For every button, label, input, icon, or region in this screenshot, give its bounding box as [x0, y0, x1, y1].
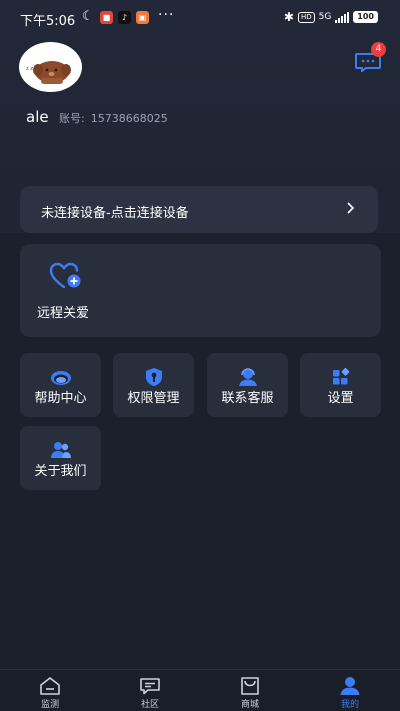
chat-icon [140, 678, 160, 695]
more-notifications-icon: ··· [158, 7, 175, 23]
tiktok-icon: ♪ [118, 11, 131, 24]
status-time: 下午5:06 [20, 14, 76, 29]
account-label: 账号: [59, 112, 85, 125]
shop-icon [241, 677, 259, 695]
moon-icon: ☾ [82, 9, 94, 24]
status-bar: 下午5:06 ☾ ■ ♪ ▣ ··· ✱ HD 5G 100 [0, 0, 400, 36]
people-icon [50, 442, 71, 458]
bottom-navigation: 监测 社区 商城 我的 [0, 669, 400, 711]
person-icon [340, 677, 360, 695]
hd-badge: HD [297, 11, 315, 23]
about-us-button[interactable]: 关于我们 [20, 426, 101, 490]
username: ale [26, 108, 49, 126]
network-label: 5G [318, 12, 332, 22]
settings-button[interactable]: 设置 [300, 353, 381, 417]
remote-care-label: 远程关爱 [37, 306, 90, 321]
battery-indicator: 100 [353, 11, 378, 23]
chevron-right-icon [347, 202, 355, 214]
shop-notification-icon: ▣ [136, 11, 149, 24]
status-indicators: ✱ HD 5G 100 [284, 10, 378, 24]
bluetooth-icon: ✱ [283, 10, 294, 24]
customer-service-icon [238, 368, 257, 386]
avatar[interactable]: z z [19, 42, 82, 92]
nav-shop[interactable]: 商城 [210, 670, 290, 711]
shield-key-icon [145, 368, 162, 386]
signal-icon [335, 11, 350, 23]
app-notification-icon: ■ [100, 11, 113, 24]
nav-label: 我的 [340, 700, 359, 710]
contact-service-button[interactable]: 联系客服 [207, 353, 288, 417]
tile-label: 联系客服 [221, 391, 274, 406]
remote-care-card[interactable]: 远程关爱 [20, 244, 381, 337]
nav-label: 监测 [40, 700, 59, 710]
tile-label: 设置 [327, 391, 354, 406]
avatar-image: z z [26, 61, 71, 84]
nav-community[interactable]: 社区 [110, 670, 190, 711]
nav-label: 商城 [240, 700, 259, 710]
connect-device-label: 未连接设备-点击连接设备 [41, 206, 189, 221]
headset-icon [50, 371, 71, 385]
message-count-badge: 4 [371, 42, 386, 57]
connect-device-button[interactable]: 未连接设备-点击连接设备 [20, 186, 378, 233]
permission-management-button[interactable]: 权限管理 [113, 353, 194, 417]
nav-monitor[interactable]: 监测 [10, 670, 90, 711]
heart-plus-icon [49, 262, 81, 289]
account-info: 账号: 15738668025 [59, 110, 168, 126]
nav-label: 社区 [140, 700, 159, 710]
svg-text:z z: z z [26, 66, 33, 72]
help-center-button[interactable]: 帮助中心 [20, 353, 101, 417]
account-number: 15738668025 [90, 112, 168, 125]
settings-grid-icon [332, 367, 349, 385]
nav-mine[interactable]: 我的 [310, 670, 390, 711]
home-icon [40, 677, 60, 695]
tile-label: 关于我们 [34, 464, 87, 479]
tile-label: 权限管理 [127, 391, 180, 406]
tile-label: 帮助中心 [34, 391, 87, 406]
